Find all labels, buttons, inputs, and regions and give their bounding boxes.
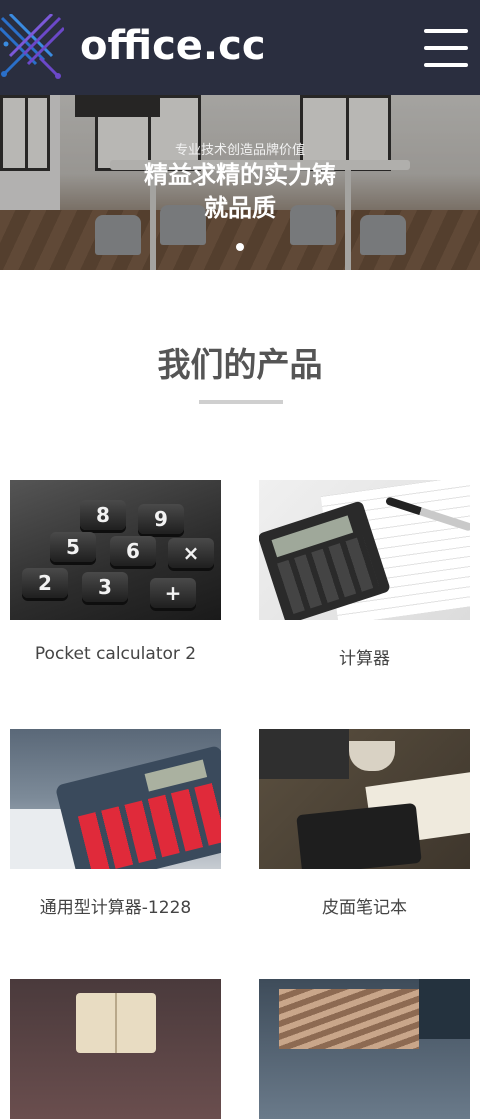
banner-title-line: 就品质 — [204, 194, 276, 222]
site-header: office.cc — [0, 0, 480, 95]
banner-subtitle: 专业技术创造品牌价值 — [174, 143, 305, 158]
product-card[interactable]: 通用型计算器-1228 — [10, 729, 221, 918]
product-image[interactable] — [259, 979, 470, 1119]
product-card[interactable]: 皮面笔记本 — [259, 729, 470, 918]
product-name[interactable]: 皮面笔记本 — [259, 893, 470, 918]
hero-banner[interactable]: 专业技术创造品牌价值 精益求精的实力铸 就品质 — [0, 95, 480, 270]
menu-bar — [424, 29, 468, 33]
product-image[interactable] — [259, 729, 470, 869]
site-logo-text[interactable]: office.cc — [80, 23, 266, 69]
logo-mark-icon[interactable] — [0, 14, 64, 80]
product-name[interactable]: 计算器 — [259, 644, 470, 669]
product-image[interactable] — [259, 480, 470, 620]
banner-title: 精益求精的实力铸 就品质 — [0, 159, 480, 225]
product-card[interactable]: 8 9 5 6 × 2 3 + Pocket calculator 2 — [10, 480, 221, 664]
products-section-title: 我们的产品 — [157, 345, 323, 384]
hamburger-menu-icon[interactable] — [424, 29, 468, 67]
carousel-dot-active[interactable] — [236, 243, 244, 251]
product-image[interactable] — [10, 979, 221, 1119]
menu-bar — [424, 63, 468, 67]
carousel-dots — [0, 243, 480, 251]
product-card[interactable] — [10, 979, 221, 1119]
product-name[interactable]: 通用型计算器-1228 — [10, 893, 221, 918]
product-name[interactable]: Pocket calculator 2 — [10, 644, 221, 664]
product-card[interactable] — [259, 979, 470, 1119]
product-image[interactable] — [10, 729, 221, 869]
product-image[interactable]: 8 9 5 6 × 2 3 + — [10, 480, 221, 620]
section-divider — [199, 400, 283, 404]
menu-bar — [424, 46, 468, 50]
product-card[interactable]: 计算器 — [259, 480, 470, 669]
banner-title-line: 精益求精的实力铸 — [144, 161, 336, 189]
